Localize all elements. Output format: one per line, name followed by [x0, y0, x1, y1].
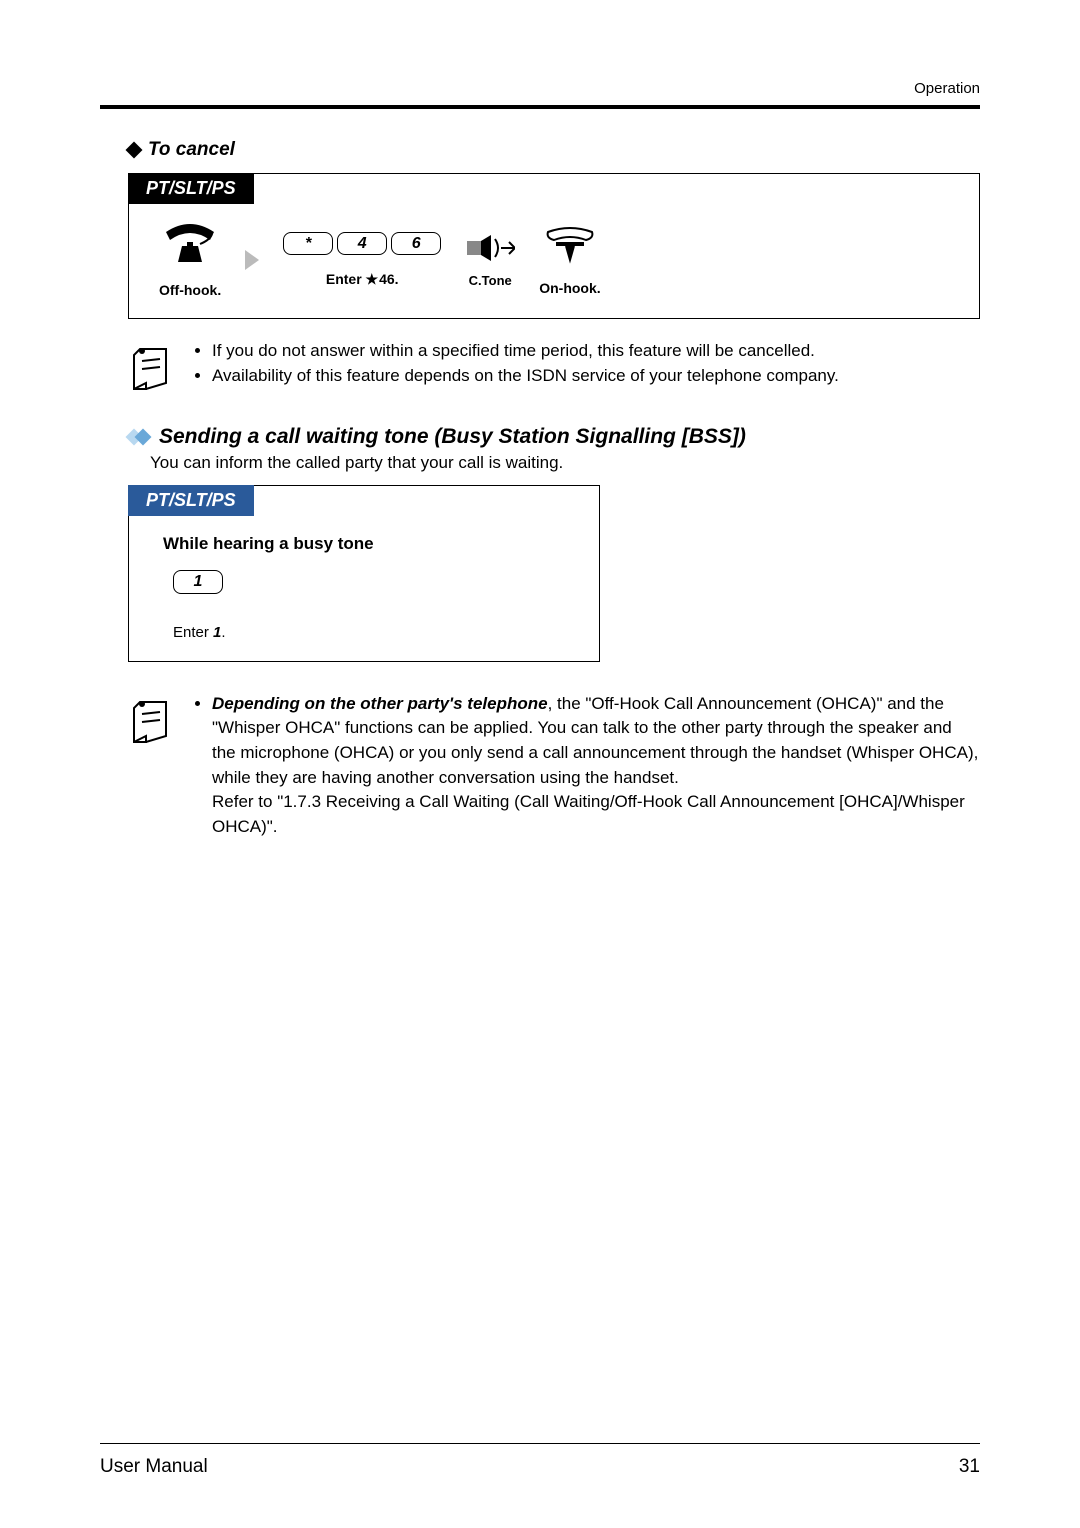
step-ctone: C.Tone: [465, 233, 515, 288]
note-text-2: Depending on the other party's telephone…: [192, 692, 980, 840]
bss-box-heading: While hearing a busy tone: [163, 534, 569, 554]
offhook-label: Off-hook.: [159, 282, 221, 298]
bss-enter-post: .: [221, 624, 225, 641]
enter-num: 46.: [379, 271, 398, 287]
step-enter-keys: * 4 6 Enter ★46.: [283, 232, 441, 289]
note1-item2: Availability of this feature depends on …: [212, 364, 839, 389]
note1-item1: If you do not answer within a specified …: [212, 339, 839, 364]
diamond-bullet-icon: [126, 142, 143, 159]
to-cancel-text: To cancel: [148, 139, 235, 161]
note2-item: Depending on the other party's telephone…: [212, 692, 980, 840]
page-footer: User Manual 31: [100, 1443, 980, 1478]
offhook-icon: [162, 222, 218, 266]
footer-left: User Manual: [100, 1456, 208, 1478]
onhook-icon: [542, 224, 598, 264]
note-text-1: If you do not answer within a specified …: [192, 339, 839, 388]
bss-enter-pre: Enter: [173, 624, 213, 641]
bss-tab: PT/SLT/PS: [128, 485, 254, 516]
note-icon-2: [128, 696, 172, 748]
header-category: Operation: [100, 80, 980, 97]
twin-diamond-icon: [128, 431, 149, 443]
arrow-icon: [245, 250, 259, 270]
note2-refer: Refer to "1.7.3 Receiving a Call Waiting…: [212, 792, 965, 836]
cancel-tab: PT/SLT/PS: [128, 173, 254, 204]
bss-desc: You can inform the called party that you…: [150, 453, 980, 473]
cancel-procedure-box: PT/SLT/PS Off-hook. * 4 6: [128, 173, 980, 319]
note-icon: [128, 343, 172, 395]
step-onhook: On-hook.: [539, 224, 600, 296]
footer-rule: [100, 1443, 980, 1444]
key-star: *: [283, 232, 333, 256]
bss-procedure-box: PT/SLT/PS While hearing a busy tone 1 En…: [128, 485, 600, 662]
bss-title-row: Sending a call waiting tone (Busy Statio…: [128, 425, 980, 449]
footer-page-number: 31: [959, 1456, 980, 1478]
key-1: 1: [173, 570, 223, 594]
cancel-flow: Off-hook. * 4 6 Enter ★46.: [159, 222, 949, 298]
bss-enter-text: Enter 1.: [173, 624, 569, 641]
enter-prefix: Enter: [326, 271, 362, 287]
onhook-label: On-hook.: [539, 280, 600, 296]
note2-lead: Depending on the other party's telephone: [212, 694, 548, 713]
notes-block-1: If you do not answer within a specified …: [128, 339, 980, 395]
enter-label: Enter ★46.: [326, 271, 399, 288]
ctone-label: C.Tone: [469, 273, 512, 288]
step-offhook: Off-hook.: [159, 222, 221, 298]
key-4: 4: [337, 232, 387, 256]
key-6: 6: [391, 232, 441, 256]
to-cancel-heading: To cancel: [128, 139, 980, 161]
key-sequence: * 4 6: [283, 232, 441, 256]
bss-title: Sending a call waiting tone (Busy Statio…: [159, 425, 746, 449]
header-rule: [100, 105, 980, 109]
notes-block-2: Depending on the other party's telephone…: [128, 692, 980, 840]
ctone-icon: [465, 233, 515, 263]
